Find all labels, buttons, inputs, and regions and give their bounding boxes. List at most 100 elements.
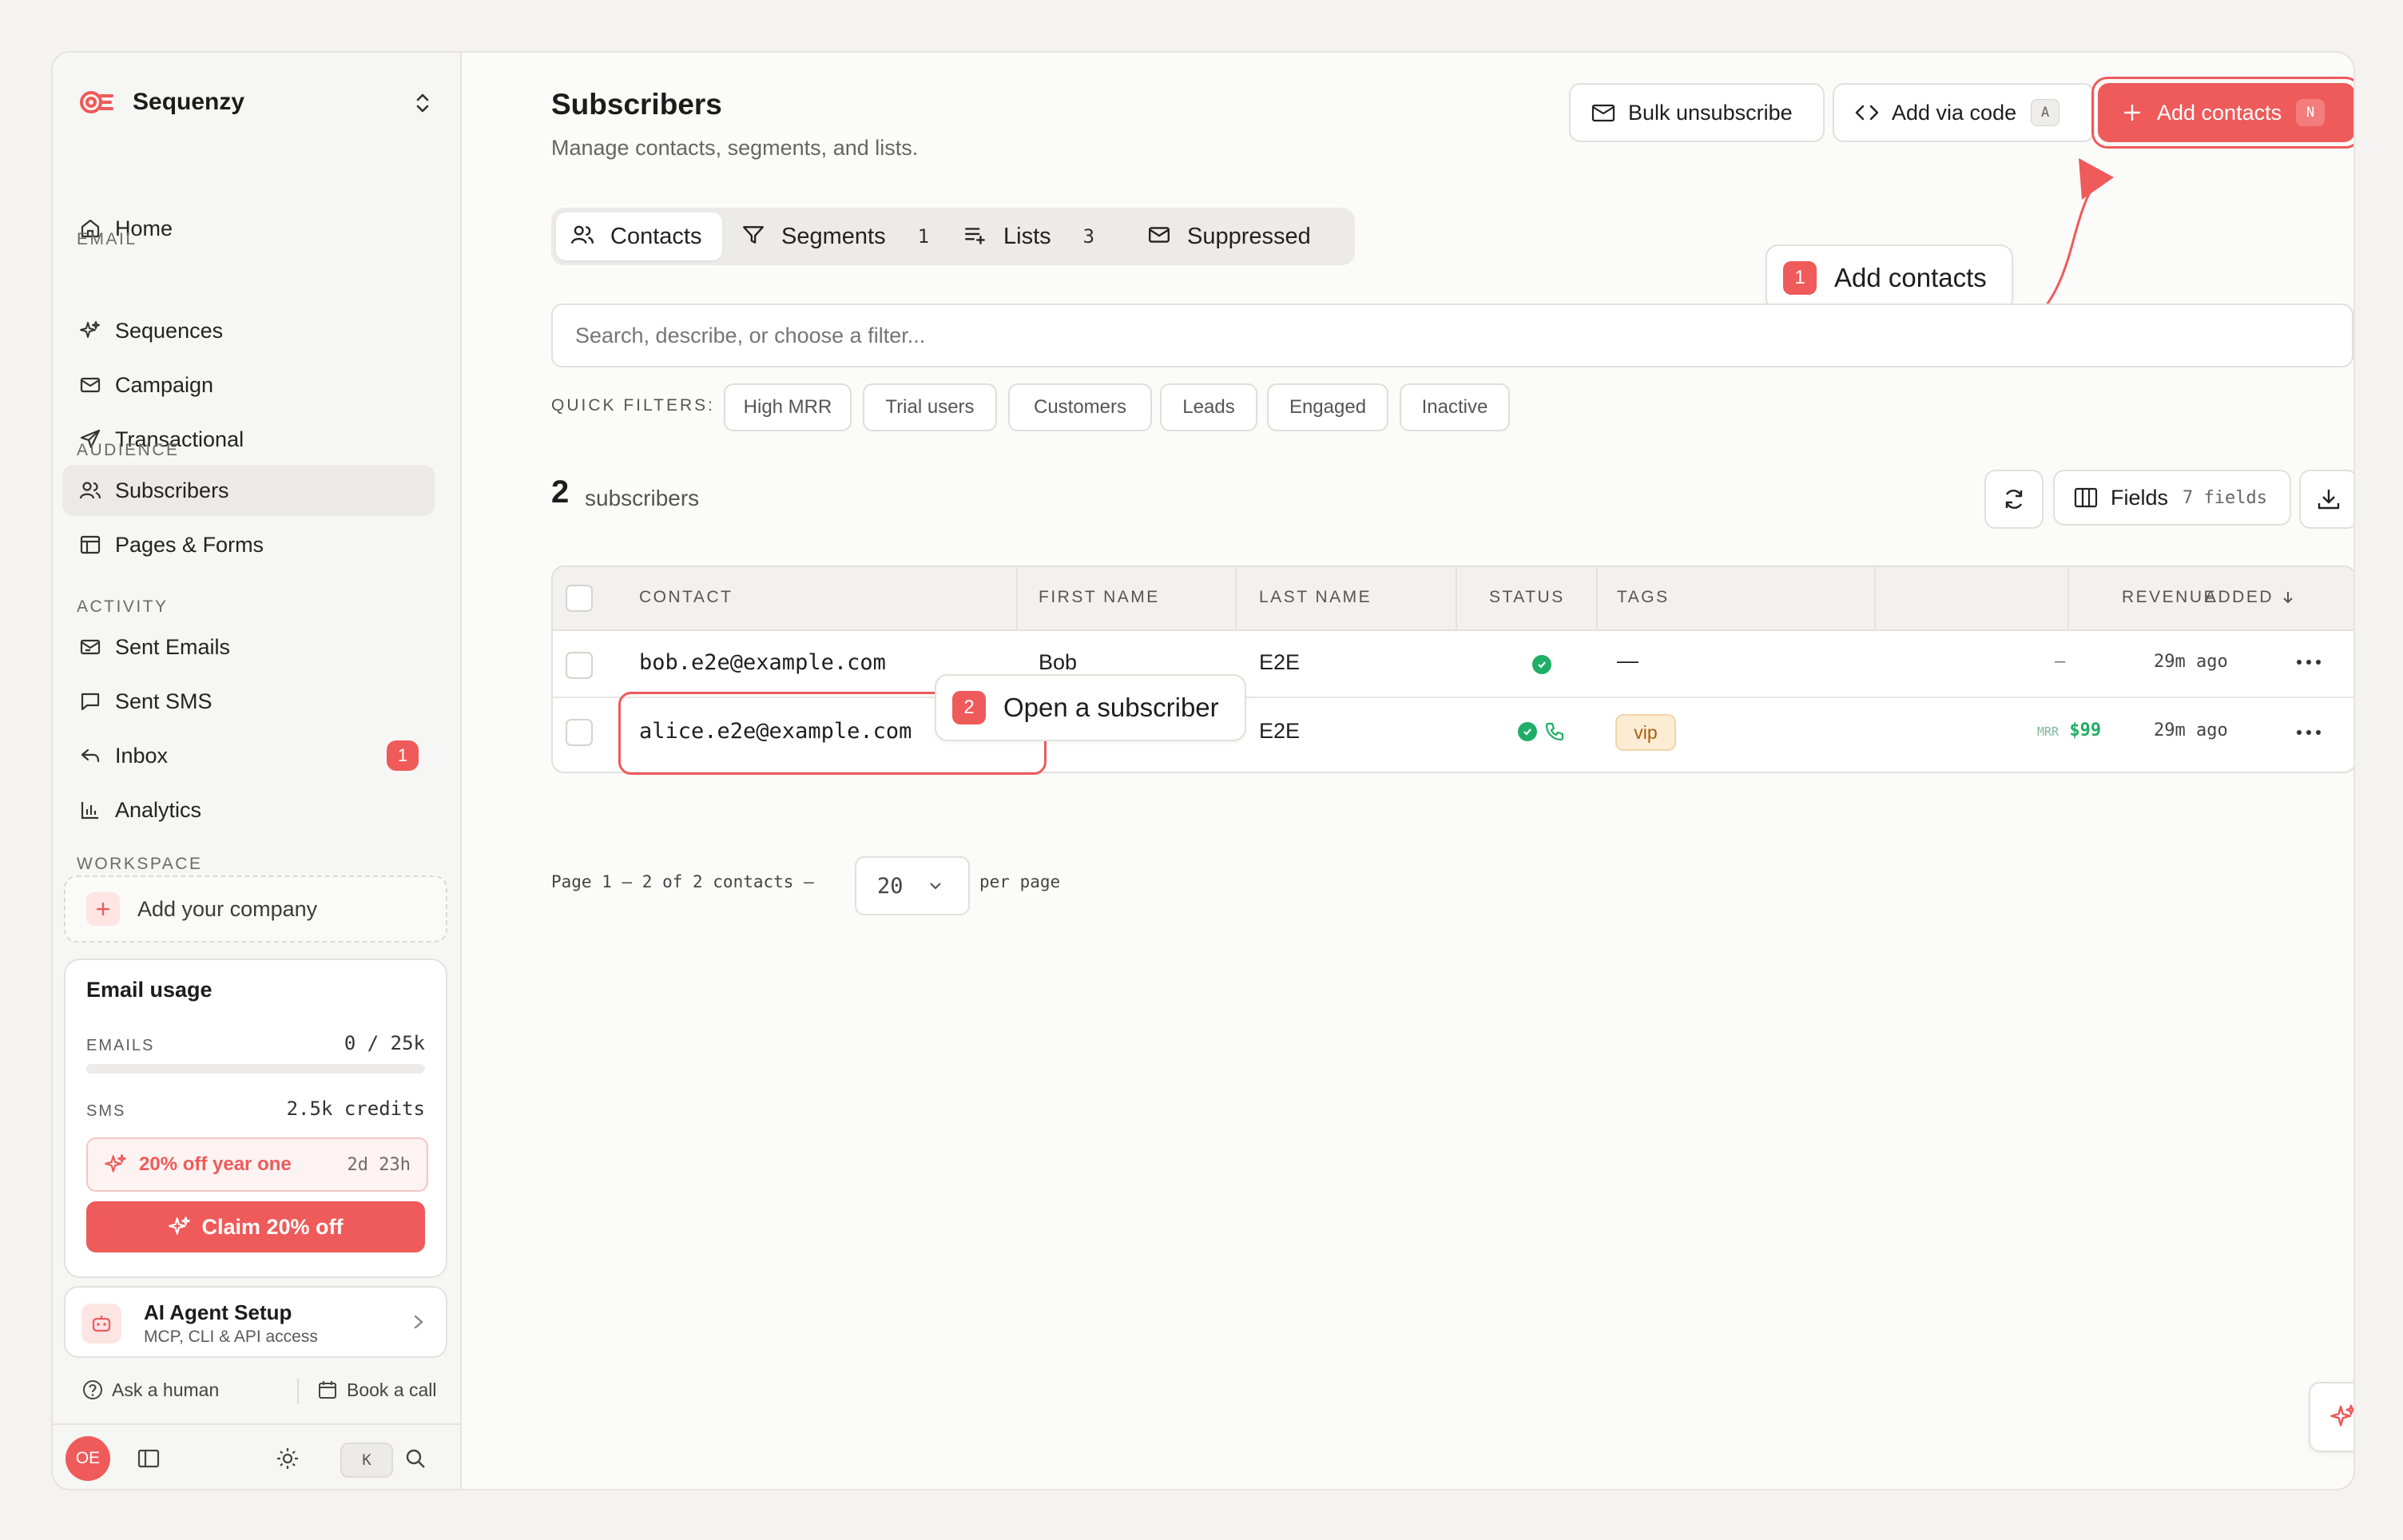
contact-email[interactable]: bob.e2e@example.com <box>639 650 886 675</box>
user-avatar[interactable]: OE <box>66 1436 110 1481</box>
ai-assistant-button[interactable] <box>2309 1382 2353 1452</box>
quick-filter-trial-users[interactable]: Trial users <box>863 383 997 431</box>
bar-chart-icon <box>77 796 104 824</box>
list-plus-icon <box>963 223 991 250</box>
refresh-button[interactable] <box>1984 470 2044 529</box>
book-call-link[interactable]: Book a call <box>316 1379 437 1401</box>
column-header-first-name[interactable]: FIRST NAME <box>1039 588 1160 607</box>
sidebar-item-sent-sms[interactable]: Sent SMS <box>62 676 435 727</box>
message-square-icon <box>77 688 104 715</box>
fields-count: 7 fields <box>2183 487 2267 508</box>
divider <box>1596 567 1598 629</box>
search-input[interactable] <box>551 304 2353 367</box>
sidebar-item-sent-emails[interactable]: Sent Emails <box>62 621 435 673</box>
sms-value: 2.5k credits <box>286 1097 425 1120</box>
search-icon[interactable] <box>403 1446 428 1471</box>
add-company-button[interactable]: + Add your company <box>64 875 447 943</box>
tab-segments[interactable]: Segments 1 <box>727 212 943 260</box>
sidebar-item-analytics[interactable]: Analytics <box>62 784 435 835</box>
quick-filter-high-mrr[interactable]: High MRR <box>724 383 852 431</box>
table-row[interactable]: bob.e2e@example.com Bob E2E — – 29m ago <box>553 629 2353 697</box>
revenue-value: $99 <box>2069 720 2102 740</box>
workspace-switcher[interactable]: Sequenzy <box>80 80 457 125</box>
inbox-count-badge: 1 <box>387 740 419 771</box>
table-header: CONTACT FIRST NAME LAST NAME STATUS TAGS… <box>553 567 2353 631</box>
tag-vip[interactable]: vip <box>1615 714 1676 751</box>
fields-label: Fields <box>2111 485 2169 510</box>
ask-human-link[interactable]: Ask a human <box>81 1379 219 1401</box>
quick-filter-engaged[interactable]: Engaged <box>1267 383 1388 431</box>
per-page-label: per page <box>979 872 1061 891</box>
tab-label: Segments <box>781 223 886 249</box>
quick-filter-leads[interactable]: Leads <box>1160 383 1257 431</box>
mail-x-icon <box>1590 99 1617 126</box>
claim-discount-button[interactable]: Claim 20% off <box>86 1201 425 1252</box>
reply-icon <box>77 742 104 769</box>
sms-label: SMS <box>86 1102 126 1120</box>
sidebar-item-campaign[interactable]: Campaign <box>62 359 435 411</box>
refresh-icon <box>2005 490 2023 509</box>
bulk-unsubscribe-button[interactable]: Bulk unsubscribe <box>1569 83 1825 142</box>
chevron-down-icon <box>929 883 941 890</box>
sidebar-footer: OE K <box>53 1423 460 1489</box>
email-subscribed-icon <box>1518 722 1537 741</box>
sidebar-item-inbox[interactable]: Inbox 1 <box>62 730 435 781</box>
tour-callout-open-subscriber: 2 Open a subscriber <box>935 674 1246 741</box>
sun-icon[interactable] <box>275 1446 300 1471</box>
sidebar-item-pages-forms[interactable]: Pages & Forms <box>62 519 435 570</box>
shortcut-key: N <box>2296 99 2326 126</box>
column-header-revenue[interactable]: REVENUE <box>2122 588 2217 607</box>
revenue-value: – <box>2055 652 2066 672</box>
sidebar-item-label: Sent Emails <box>115 634 231 659</box>
emails-value: 0 / 25k <box>344 1032 425 1054</box>
mail-icon <box>77 371 104 399</box>
ai-agent-setup-card[interactable]: AI Agent Setup MCP, CLI & API access <box>64 1286 447 1358</box>
sequenzy-logo-icon <box>80 91 113 113</box>
code-icon <box>1853 99 1881 126</box>
per-page-select[interactable]: 20 <box>855 856 970 915</box>
bulk-unsubscribe-label: Bulk unsubscribe <box>1628 100 1793 125</box>
fields-button[interactable]: Fields 7 fields <box>2053 470 2291 526</box>
sparkles-icon <box>77 317 104 344</box>
row-checkbox[interactable] <box>566 719 593 746</box>
export-button[interactable] <box>2299 470 2353 529</box>
promo-text: 20% off year one <box>139 1153 292 1175</box>
tab-suppressed[interactable]: Suppressed <box>1133 212 1348 260</box>
add-contacts-label: Add contacts <box>2157 100 2282 125</box>
section-activity: ACTIVITY <box>77 597 169 616</box>
column-header-status[interactable]: STATUS <box>1489 588 1565 607</box>
chevron-right-icon <box>414 1315 423 1329</box>
row-checkbox[interactable] <box>566 652 593 679</box>
help-circle-icon <box>81 1379 104 1401</box>
divider <box>2067 567 2069 629</box>
ask-human-label: Ask a human <box>112 1379 220 1400</box>
arrow-down-icon <box>2283 592 2294 604</box>
sidebar: Sequenzy Home EMAIL Sequences Campaign T… <box>53 53 462 1489</box>
column-header-tags[interactable]: TAGS <box>1617 588 1670 607</box>
quick-filter-customers[interactable]: Customers <box>1008 383 1152 431</box>
promo-banner: 20% off year one 2d 23h <box>86 1137 428 1192</box>
column-header-contact[interactable]: CONTACT <box>639 588 733 607</box>
sparkles-icon <box>104 1153 128 1177</box>
section-email: EMAIL <box>77 230 137 248</box>
tab-contacts[interactable]: Contacts <box>556 212 722 260</box>
per-page-value: 20 <box>877 873 904 899</box>
quick-filter-inactive[interactable]: Inactive <box>1400 383 1510 431</box>
sidebar-item-sequences[interactable]: Sequences <box>62 305 435 356</box>
filter-icon <box>741 223 769 250</box>
email-subscribed-icon <box>1532 655 1551 674</box>
tab-lists[interactable]: Lists 3 <box>949 212 1117 260</box>
sidebar-toggle-icon[interactable] <box>136 1446 161 1471</box>
quick-filters-label: QUICK FILTERS: <box>551 396 715 415</box>
users-icon <box>570 223 598 250</box>
promo-timer: 2d 23h <box>347 1154 411 1175</box>
claim-label: Claim 20% off <box>201 1214 344 1239</box>
sparkles-icon <box>2330 1404 2353 1427</box>
more-horizontal-icon[interactable] <box>2294 658 2323 666</box>
sidebar-item-subscribers[interactable]: Subscribers <box>62 465 435 516</box>
added-time: 29m ago <box>2154 720 2228 740</box>
more-horizontal-icon[interactable] <box>2294 728 2323 736</box>
select-all-checkbox[interactable] <box>566 585 593 612</box>
sidebar-item-label: Sent SMS <box>115 689 212 713</box>
column-header-last-name[interactable]: LAST NAME <box>1259 588 1372 607</box>
